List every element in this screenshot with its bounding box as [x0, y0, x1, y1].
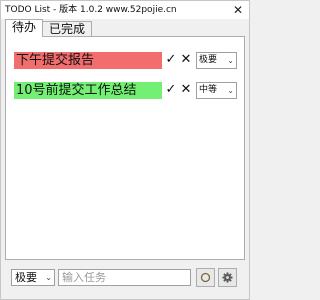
delete-task-button[interactable]: ✕ — [180, 82, 192, 98]
chevron-down-icon: ⌄ — [45, 273, 52, 282]
gear-icon — [222, 272, 233, 283]
task-priority-value: 中等 — [199, 84, 218, 95]
complete-task-button[interactable]: ✓ — [165, 52, 177, 68]
tab-todo-label: 待办 — [12, 20, 37, 34]
circle-icon — [200, 272, 211, 283]
new-task-priority-select[interactable]: 极要 ⌄ — [11, 269, 55, 286]
chevron-down-icon: ⌄ — [227, 85, 234, 95]
title-bar: TODO List - 版本 1.0.2 www.52pojie.cn ✕ — [1, 1, 249, 19]
task-text[interactable]: 10号前提交工作总结 — [14, 81, 162, 99]
task-priority-select[interactable]: 极要 ⌄ — [196, 51, 237, 69]
tab-completed[interactable]: 已完成 — [42, 21, 93, 37]
settings-button[interactable] — [218, 268, 237, 287]
app-window: TODO List - 版本 1.0.2 www.52pojie.cn ✕ 待办… — [0, 0, 250, 300]
tab-todo[interactable]: 待办 — [5, 19, 44, 37]
window-title: TODO List - 版本 1.0.2 www.52pojie.cn — [5, 5, 177, 15]
new-task-input[interactable] — [58, 269, 191, 286]
delete-task-button[interactable]: ✕ — [180, 52, 192, 68]
tab-strip: 待办 已完成 — [5, 19, 245, 37]
tab-completed-label: 已完成 — [49, 22, 86, 36]
todo-panel: 下午提交报告 ✓ ✕ 极要 ⌄ 10号前提交工作总结 ✓ ✕ 中等 ⌄ — [5, 36, 245, 260]
new-task-priority-value: 极要 — [15, 271, 37, 284]
new-task-bar: 极要 ⌄ — [1, 267, 249, 289]
task-priority-value: 极要 — [199, 54, 218, 65]
chevron-down-icon: ⌄ — [227, 55, 234, 65]
close-button[interactable]: ✕ — [231, 3, 245, 17]
complete-task-button[interactable]: ✓ — [165, 82, 177, 98]
task-row: 10号前提交工作总结 ✓ ✕ 中等 ⌄ — [14, 80, 238, 100]
add-task-button[interactable] — [196, 268, 215, 287]
task-priority-select[interactable]: 中等 ⌄ — [196, 81, 237, 99]
task-row: 下午提交报告 ✓ ✕ 极要 ⌄ — [14, 50, 238, 70]
task-text[interactable]: 下午提交报告 — [14, 51, 162, 69]
